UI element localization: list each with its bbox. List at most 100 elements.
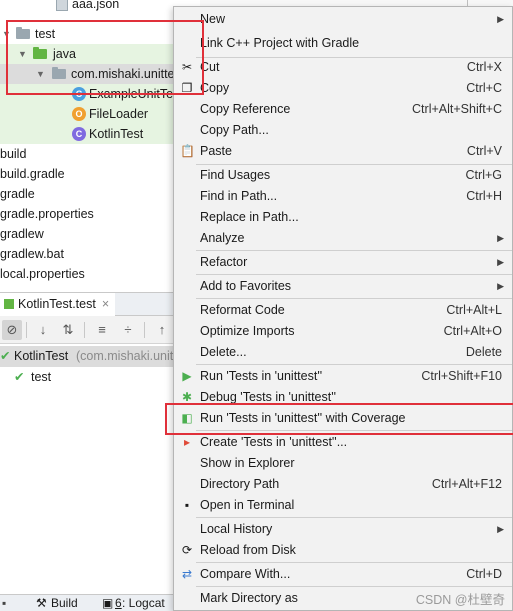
menu-item-shortcut: Ctrl+H <box>466 189 502 203</box>
tree-item-file[interactable]: build <box>0 144 200 164</box>
menu-item-label: Compare With... <box>200 567 291 581</box>
menu-item-copy-path[interactable]: Copy Path... <box>174 120 512 141</box>
menu-item-shortcut: Ctrl+V <box>466 144 502 158</box>
menu-item-copy-reference[interactable]: Copy Reference Ctrl+Alt+Shift+C <box>174 99 512 120</box>
menu-item-label: Find in Path... <box>200 189 278 203</box>
tree-item-file[interactable]: local.properties <box>0 264 200 284</box>
menu-item-label: Delete... <box>200 345 247 359</box>
menu-item-paste[interactable]: 📋 Paste Ctrl+V <box>174 141 512 162</box>
tree-item-java[interactable]: ▼ java <box>0 44 200 64</box>
menu-item-cut[interactable]: ✂ Cut Ctrl+X <box>174 57 512 78</box>
menu-separator <box>196 274 512 275</box>
test-result-method[interactable]: ✔ test <box>0 367 200 388</box>
hammer-icon: ⚒ <box>36 596 47 610</box>
menu-item-label: Analyze <box>200 231 245 245</box>
chevron-down-icon[interactable]: ▼ <box>2 24 11 44</box>
sort-alpha-icon[interactable]: ↓ <box>33 320 53 340</box>
menu-item-shortcut: Ctrl+X <box>466 60 502 74</box>
tree-item-file[interactable]: gradlew <box>0 224 200 244</box>
reload-icon: ⟳ <box>181 543 193 557</box>
submenu-arrow-icon: ▶ <box>497 233 504 243</box>
menu-item-reload-disk[interactable]: ⟳ Reload from Disk <box>174 540 512 561</box>
toolbar-divider <box>26 322 27 338</box>
tree-item-file[interactable]: gradle.properties <box>0 204 200 224</box>
tree-item-test[interactable]: ▼ test <box>0 24 200 44</box>
terminal-icon: ▪ <box>184 498 190 512</box>
logcat-tool-button[interactable]: : Logcat <box>122 595 165 611</box>
collapse-all-icon[interactable]: ÷ <box>118 320 138 340</box>
run-tab[interactable]: KotlinTest.test × <box>0 293 116 316</box>
menu-item-label: Link C++ Project with Gradle <box>200 36 360 50</box>
menu-separator <box>196 364 512 365</box>
tree-item-package[interactable]: ▼ com.mishaki.unitte <box>0 64 200 84</box>
test-results-tree: ✔ KotlinTest (com.mishaki.unit ✔ test <box>0 344 200 594</box>
menu-item-replace-in-path[interactable]: Replace in Path... <box>174 207 512 228</box>
chevron-down-icon[interactable]: ▼ <box>18 44 27 64</box>
logcat-number: 6 <box>115 596 122 610</box>
menu-item-find-usages[interactable]: Find Usages Ctrl+G <box>174 165 512 186</box>
menu-item-shortcut: Ctrl+G <box>465 168 502 182</box>
menu-item-label: Replace in Path... <box>200 210 299 224</box>
menu-item-label: Reformat Code <box>200 303 285 317</box>
tree-item-file-loader[interactable]: O FileLoader <box>0 104 200 124</box>
context-menu: New ▶ Link C++ Project with Gradle ✂ Cut Ct… <box>173 6 513 611</box>
menu-item-directory-path[interactable]: Directory Path Ctrl+Alt+F12 <box>174 474 512 495</box>
menu-item-open-terminal[interactable]: ▪ Open in Terminal <box>174 495 512 516</box>
menu-item-run-with-coverage[interactable]: ◧ Run 'Tests in 'unittest'' with Coverage <box>174 408 512 429</box>
up-arrow-icon[interactable]: ↑ <box>152 320 172 340</box>
menu-item-find-in-path[interactable]: Find in Path... Ctrl+H <box>174 186 512 207</box>
menu-item-label: Directory Path <box>200 477 280 491</box>
debug-icon: ✱ <box>181 390 193 404</box>
menu-separator <box>196 586 512 587</box>
tree-item-file[interactable]: gradlew.bat <box>0 244 200 264</box>
menu-item-label: Optimize Imports <box>200 324 295 338</box>
test-result-class[interactable]: ✔ KotlinTest (com.mishaki.unit <box>0 346 200 367</box>
menu-item-reformat-code[interactable]: Reformat Code Ctrl+Alt+L <box>174 300 512 321</box>
tree-item-kotlin-test[interactable]: C KotlinTest <box>0 124 200 144</box>
menu-item-label: Refactor <box>200 255 248 269</box>
menu-item-refactor[interactable]: Refactor ▶ <box>174 252 512 273</box>
submenu-arrow-icon: ▶ <box>497 14 504 24</box>
checkmark-icon: ✔ <box>0 349 11 363</box>
tree-item-aaa-json[interactable]: aaa.json <box>0 0 200 14</box>
menu-item-run-tests[interactable]: ▶ Run 'Tests in 'unittest'' Ctrl+Shift+F10 <box>174 366 512 387</box>
menu-item-create-tests[interactable]: ▸ Create 'Tests in 'unittest''... <box>174 432 512 453</box>
menu-item-add-favorites[interactable]: Add to Favorites ▶ <box>174 276 512 297</box>
clipboard-icon: 📋 <box>180 144 195 158</box>
expand-all-icon[interactable]: ≡ <box>92 320 112 340</box>
menu-item-copy[interactable]: ❐ Copy Ctrl+C <box>174 78 512 99</box>
build-tool-button[interactable]: Build <box>51 595 78 611</box>
project-panel: aaa.json ▼ test ▼ java ▼ com.mishaki.uni… <box>0 0 200 611</box>
tree-item-file[interactable]: build.gradle <box>0 164 200 184</box>
menu-item-debug-tests[interactable]: ✱ Debug 'Tests in 'unittest'' <box>174 387 512 408</box>
menu-item-label: Find Usages <box>200 168 271 182</box>
scissors-icon: ✂ <box>181 60 193 74</box>
compare-icon: ⇄ <box>181 567 193 581</box>
menu-item-show-explorer[interactable]: Show in Explorer <box>174 453 512 474</box>
menu-separator <box>196 250 512 251</box>
menu-separator <box>196 517 512 518</box>
menu-item-local-history[interactable]: Local History ▶ <box>174 519 512 540</box>
tree-item-example-test[interactable]: C ExampleUnitTe <box>0 84 200 104</box>
menu-item-label: Create 'Tests in 'unittest''... <box>200 435 348 449</box>
menu-item-compare-with[interactable]: ⇄ Compare With... Ctrl+D <box>174 564 512 585</box>
stop-icon[interactable]: ⊘ <box>2 320 22 340</box>
menu-item-shortcut: Ctrl+Alt+F12 <box>431 477 502 491</box>
menu-item-label: Copy Path... <box>200 123 269 137</box>
chevron-down-icon[interactable]: ▼ <box>36 64 45 84</box>
menu-item-optimize-imports[interactable]: Optimize Imports Ctrl+Alt+O <box>174 321 512 342</box>
menu-item-new[interactable]: New ▶ <box>174 9 512 30</box>
bottom-tool-bar: ▪ ⚒ Build ▣ 6 : Logcat <box>0 594 200 611</box>
copy-icon: ❐ <box>181 81 193 95</box>
menu-item-label: Run 'Tests in 'unittest'' with Coverage <box>200 411 406 425</box>
tree-item-file[interactable]: gradle <box>0 184 200 204</box>
menu-item-link-cpp[interactable]: Link C++ Project with Gradle <box>174 33 512 54</box>
sort-duration-icon[interactable]: ⇅ <box>58 320 78 340</box>
menu-item-delete[interactable]: Delete... Delete <box>174 342 512 363</box>
menu-item-analyze[interactable]: Analyze ▶ <box>174 228 512 249</box>
json-file-icon <box>56 0 68 11</box>
menu-item-shortcut: Ctrl+Shift+F10 <box>421 369 502 383</box>
close-icon[interactable]: × <box>102 297 109 311</box>
watermark: CSDN @杜壁奇 <box>415 593 505 607</box>
menu-item-label: Cut <box>200 60 220 74</box>
